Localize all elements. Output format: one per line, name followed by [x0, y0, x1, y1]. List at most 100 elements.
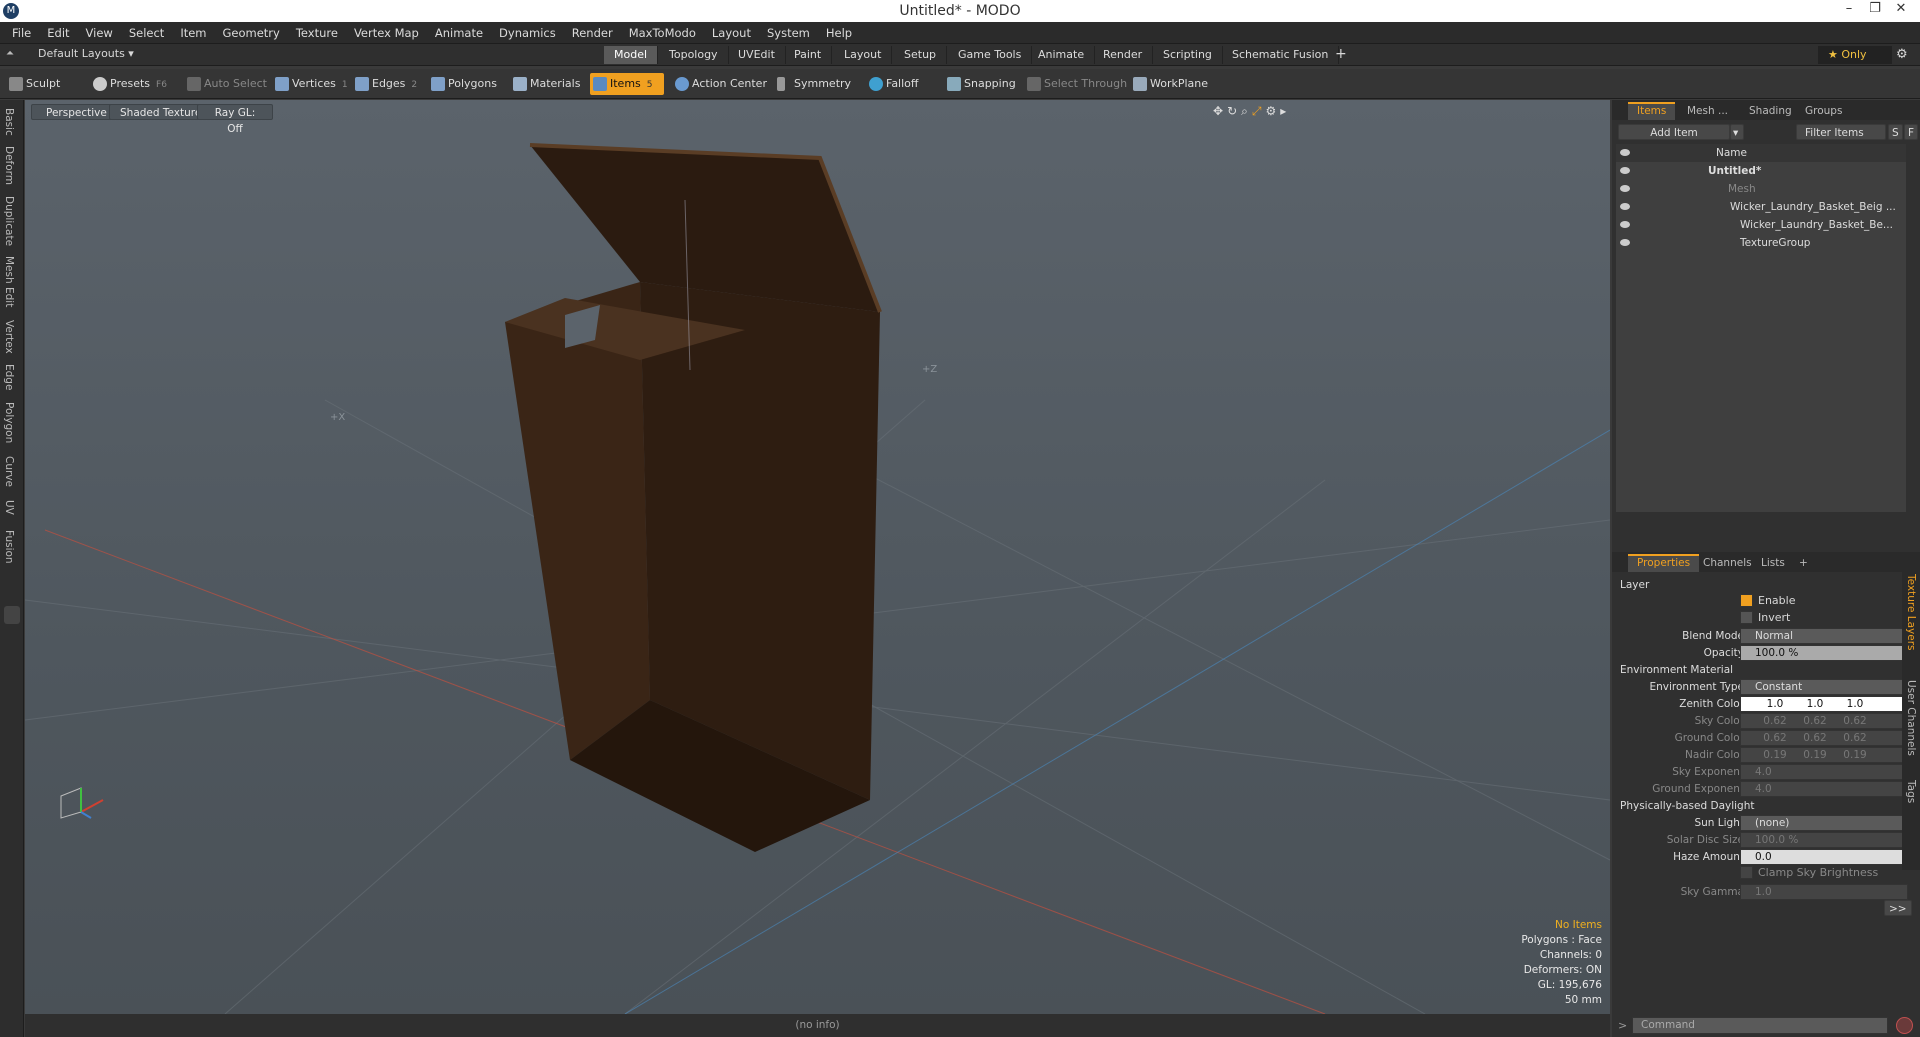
- rotate-icon[interactable]: ↻: [1227, 104, 1241, 118]
- tab-basic[interactable]: Basic: [3, 108, 15, 136]
- menu-view[interactable]: View: [78, 22, 121, 44]
- auto-select-button[interactable]: Auto Select: [184, 73, 273, 95]
- menu-select[interactable]: Select: [121, 22, 172, 44]
- snapping-button[interactable]: Snapping: [944, 73, 1022, 95]
- presets-button[interactable]: Presets F6: [90, 73, 173, 95]
- menu-geometry[interactable]: Geometry: [215, 22, 288, 44]
- minimize-button[interactable]: –: [1838, 1, 1860, 16]
- tree-row[interactable]: Untitled*: [1616, 162, 1906, 180]
- more-button[interactable]: >>: [1884, 900, 1912, 916]
- sculpt-button[interactable]: Sculpt: [6, 73, 66, 95]
- tab-uvedit[interactable]: UVEdit: [728, 46, 786, 64]
- zoom-icon[interactable]: ⌕: [1241, 104, 1252, 118]
- tab-edge[interactable]: Edge: [3, 364, 15, 390]
- opacity-slider[interactable]: 100.0 %: [1740, 645, 1908, 661]
- tree-row[interactable]: Wicker_Laundry_Basket_Be...: [1616, 216, 1906, 234]
- menu-layout[interactable]: Layout: [704, 22, 759, 44]
- gear-icon[interactable]: ⚙: [1896, 47, 1908, 62]
- menu-dynamics[interactable]: Dynamics: [491, 22, 564, 44]
- tab-curve[interactable]: Curve: [3, 456, 15, 487]
- tab-schematic-fusion[interactable]: Schematic Fusion: [1222, 46, 1340, 64]
- sun-light-dropdown[interactable]: (none): [1740, 815, 1908, 831]
- menu-texture[interactable]: Texture: [288, 22, 346, 44]
- add-item-button[interactable]: Add Item: [1618, 124, 1730, 140]
- tab-tags[interactable]: Tags: [1905, 780, 1917, 803]
- perspective-dropdown[interactable]: Perspective: [31, 104, 118, 120]
- menu-vertex-map[interactable]: Vertex Map: [346, 22, 427, 44]
- add-item-dropdown-arrow[interactable]: ▾: [1730, 124, 1744, 140]
- section-daylight[interactable]: Physically-based Daylight: [1620, 797, 1755, 815]
- tree-row[interactable]: TextureGroup: [1616, 234, 1906, 252]
- add-tab-button[interactable]: +: [1335, 46, 1347, 62]
- workplane-button[interactable]: WorkPlane: [1130, 73, 1214, 95]
- environment-type-dropdown[interactable]: Constant: [1740, 679, 1908, 695]
- tab-duplicate[interactable]: Duplicate: [3, 196, 15, 246]
- tab-animate[interactable]: Animate: [1028, 46, 1096, 64]
- filter-items-field[interactable]: Filter Items: [1796, 124, 1886, 140]
- expand-arrow-icon[interactable]: ▸: [1280, 104, 1290, 118]
- visibility-icon[interactable]: [1620, 185, 1630, 192]
- 3d-viewport[interactable]: Perspective Shaded Texture Ray GL: Off +…: [25, 100, 1610, 1014]
- tab-channels[interactable]: Channels: [1694, 554, 1761, 572]
- vertices-button[interactable]: Vertices 1: [272, 73, 354, 95]
- menu-file[interactable]: File: [4, 22, 39, 44]
- haze-amount-field[interactable]: 0.0: [1740, 849, 1908, 865]
- tab-deform[interactable]: Deform: [3, 146, 15, 185]
- menu-edit[interactable]: Edit: [39, 22, 77, 44]
- action-center-button[interactable]: Action Center: [672, 73, 773, 95]
- tab-uv[interactable]: UV: [3, 500, 15, 515]
- polygons-button[interactable]: Polygons: [428, 73, 503, 95]
- falloff-button[interactable]: Falloff: [866, 73, 924, 95]
- section-environment-material[interactable]: Environment Material: [1620, 661, 1733, 679]
- tab-vertex[interactable]: Vertex: [3, 320, 15, 354]
- visibility-icon[interactable]: [1620, 221, 1630, 228]
- f-button[interactable]: F: [1904, 124, 1919, 140]
- record-icon[interactable]: [1896, 1017, 1913, 1034]
- restore-button[interactable]: ❐: [1864, 1, 1886, 16]
- enable-checkbox[interactable]: [1740, 594, 1753, 607]
- tab-polygon[interactable]: Polygon: [3, 402, 15, 443]
- tab-groups[interactable]: Groups: [1796, 102, 1851, 120]
- tab-properties[interactable]: Properties: [1628, 554, 1700, 572]
- tab-items[interactable]: Items: [1628, 102, 1676, 120]
- menu-item[interactable]: Item: [172, 22, 214, 44]
- tab-render[interactable]: Render: [1093, 46, 1154, 64]
- s-button[interactable]: S: [1888, 124, 1903, 140]
- tab-lists[interactable]: Lists: [1752, 554, 1794, 572]
- tree-row[interactable]: Wicker_Laundry_Basket_Beig ...: [1616, 198, 1906, 216]
- ray-gl-toggle[interactable]: Ray GL: Off: [197, 104, 273, 135]
- menu-maxtomodo[interactable]: MaxToModo: [621, 22, 704, 44]
- close-button[interactable]: ✕: [1890, 1, 1912, 16]
- tab-setup[interactable]: Setup: [894, 46, 948, 64]
- menu-help[interactable]: Help: [818, 22, 860, 44]
- section-layer[interactable]: Layer: [1620, 576, 1649, 594]
- tab-topology[interactable]: Topology: [659, 46, 729, 64]
- menu-render[interactable]: Render: [564, 22, 621, 44]
- visibility-icon[interactable]: [1620, 167, 1630, 174]
- edges-button[interactable]: Edges 2: [352, 73, 423, 95]
- tab-layout[interactable]: Layout: [834, 46, 893, 64]
- menu-system[interactable]: System: [759, 22, 818, 44]
- tab-mesh[interactable]: Mesh ...: [1678, 102, 1737, 120]
- panel-toggle-button[interactable]: [4, 606, 20, 624]
- tab-user-channels[interactable]: User Channels: [1905, 680, 1917, 756]
- tab-shading[interactable]: Shading: [1740, 102, 1801, 120]
- viewport-gear-icon[interactable]: ⚙: [1265, 104, 1280, 118]
- default-layouts-dropdown[interactable]: Default Layouts ▾: [38, 47, 134, 60]
- tab-model[interactable]: Model: [604, 46, 659, 64]
- items-button[interactable]: Items 5: [590, 73, 664, 95]
- collapse-icon[interactable]: ⏶: [6, 48, 14, 59]
- menu-animate[interactable]: Animate: [427, 22, 491, 44]
- tree-row[interactable]: Mesh: [1616, 180, 1906, 198]
- select-through-button[interactable]: Select Through: [1024, 73, 1133, 95]
- command-input[interactable]: Command: [1632, 1017, 1888, 1034]
- visibility-icon[interactable]: [1620, 239, 1630, 246]
- blend-mode-dropdown[interactable]: Normal: [1740, 628, 1908, 644]
- pan-icon[interactable]: ✥: [1213, 104, 1227, 118]
- zenith-color-field[interactable]: 1.0 1.0 1.0: [1740, 696, 1908, 712]
- symmetry-button[interactable]: Symmetry: [774, 73, 857, 95]
- maximize-icon[interactable]: ⤢: [1252, 104, 1266, 118]
- tab-texture-layers[interactable]: Texture Layers: [1905, 574, 1917, 651]
- invert-checkbox[interactable]: [1740, 611, 1753, 624]
- tab-paint[interactable]: Paint: [784, 46, 833, 64]
